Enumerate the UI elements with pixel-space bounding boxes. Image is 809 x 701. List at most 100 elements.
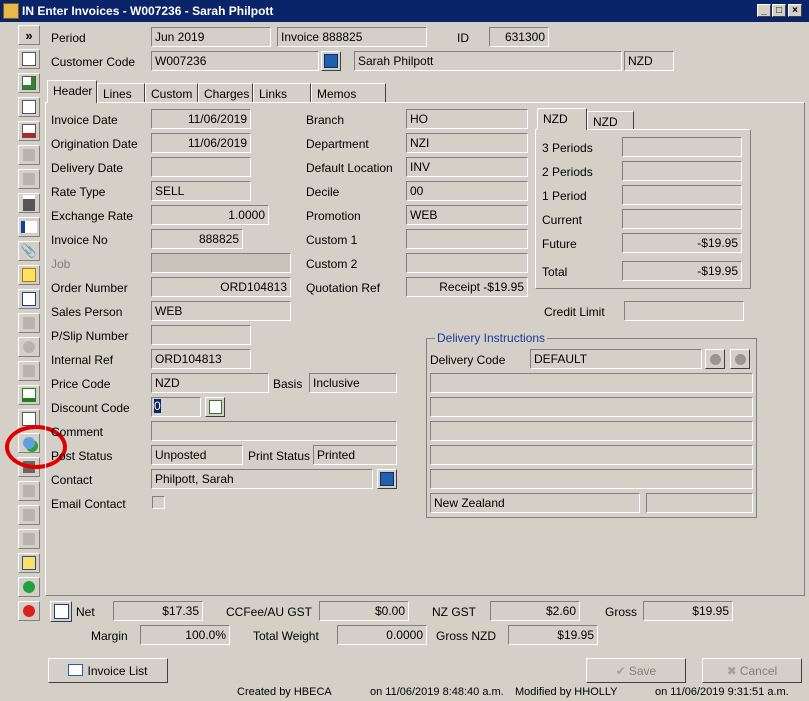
export-icon[interactable]	[18, 553, 40, 573]
contact-field[interactable]: Philpott, Sarah	[151, 469, 373, 489]
customer-lookup-button[interactable]	[321, 51, 341, 71]
delivery-line-2[interactable]	[430, 397, 753, 417]
discount-lookup-button[interactable]	[205, 397, 225, 417]
rate-type-field[interactable]: SELL	[151, 181, 251, 201]
custom2-field[interactable]	[406, 253, 528, 273]
custom1-field[interactable]	[406, 229, 528, 249]
decile-field[interactable]: 00	[406, 181, 528, 201]
delete-document-icon[interactable]	[18, 121, 40, 141]
window-title: IN Enter Invoices - W007236 - Sarah Phil…	[22, 4, 274, 18]
money-icon	[18, 313, 40, 333]
price-code-field[interactable]: NZD	[151, 373, 269, 393]
aging-tab-nzd-1[interactable]: NZD	[537, 108, 587, 130]
grid-icon	[68, 664, 84, 676]
print-status-field: Printed	[313, 445, 397, 465]
customer-currency-field: NZD	[624, 51, 674, 71]
aging-current-value	[622, 209, 742, 229]
left-toolbar: » 📎	[15, 22, 45, 622]
invoice-date-field[interactable]: 11/06/2019	[151, 109, 251, 129]
report-icon[interactable]	[18, 217, 40, 237]
basis-field[interactable]: Inclusive	[309, 373, 397, 393]
delivery-line-3[interactable]	[430, 421, 753, 441]
person-search-gray-icon	[734, 353, 746, 365]
copy-document-icon[interactable]	[18, 97, 40, 117]
email-contact-label: Email Contact	[51, 497, 126, 511]
delivery-line-1[interactable]	[430, 373, 753, 393]
default-location-field[interactable]: INV	[406, 157, 528, 177]
delivery-line-4[interactable]	[430, 445, 753, 465]
save-label: Save	[628, 664, 657, 678]
department-field[interactable]: NZI	[406, 133, 528, 153]
order-number-field[interactable]: ORD104813	[151, 277, 291, 297]
basis-label: Basis	[273, 377, 303, 391]
delivery-date-field[interactable]	[151, 157, 251, 177]
nz-gst-label: NZ GST	[432, 605, 476, 619]
go-arrow-icon[interactable]	[18, 577, 40, 597]
branch-field[interactable]: HO	[406, 109, 528, 129]
print-status-label: Print Status	[248, 449, 311, 463]
tab-charges[interactable]: Charges	[198, 83, 253, 102]
app-icon	[3, 3, 19, 19]
save-button[interactable]: ✔ Save	[586, 658, 686, 683]
discount-code-field[interactable]: 0	[151, 397, 201, 417]
new-document-icon[interactable]	[18, 73, 40, 93]
delivery-country-field[interactable]: New Zealand	[430, 493, 640, 513]
gross-label: Gross	[605, 605, 638, 619]
aging-3-periods-label: 3 Periods	[542, 141, 593, 155]
totals-ruler-button[interactable]	[50, 601, 72, 622]
delivery-line-5[interactable]	[430, 469, 753, 489]
invoice-no-field[interactable]: 888825	[151, 229, 243, 249]
aging-2-periods-label: 2 Periods	[542, 165, 593, 179]
tab-custom[interactable]: Custom	[145, 83, 198, 102]
tab-memos[interactable]: Memos	[311, 83, 386, 102]
maximize-button[interactable]: □	[772, 4, 786, 17]
promotion-label: Promotion	[306, 209, 361, 223]
origination-date-field[interactable]: 11/06/2019	[151, 133, 251, 153]
comment-field[interactable]	[151, 421, 397, 441]
period-field[interactable]: Jun 2019	[151, 27, 271, 47]
close-button[interactable]: ×	[788, 4, 802, 17]
gross-nzd-field: $19.95	[508, 625, 598, 645]
email-contact-checkbox[interactable]	[152, 496, 165, 509]
invoice-list-label: Invoice List	[87, 664, 148, 678]
expand-toolbar-button[interactable]: »	[18, 25, 40, 45]
credit-limit-field	[624, 301, 744, 321]
attachment-icon[interactable]: 📎	[18, 241, 40, 261]
sales-person-field[interactable]: WEB	[151, 301, 291, 321]
internal-ref-field[interactable]: ORD104813	[151, 349, 251, 369]
edit-icon[interactable]	[18, 49, 40, 69]
exchange-rate-label: Exchange Rate	[51, 209, 134, 223]
total-weight-field: 0.0000	[337, 625, 427, 645]
person-gray-icon	[709, 353, 721, 365]
invoice-list-button[interactable]: Invoice List	[48, 658, 168, 683]
document-gray-icon	[18, 169, 40, 189]
tab-links[interactable]: Links	[253, 83, 311, 102]
promotion-field[interactable]: WEB	[406, 205, 528, 225]
delivery-postcode-field[interactable]	[646, 493, 753, 513]
tab-lines[interactable]: Lines	[97, 83, 145, 102]
print-icon[interactable]	[18, 193, 40, 213]
lock-icon	[18, 361, 40, 381]
search-document-icon[interactable]	[18, 289, 40, 309]
aging-1-period-label: 1 Period	[542, 189, 587, 203]
note-icon[interactable]	[18, 265, 40, 285]
minimize-button[interactable]: _	[757, 4, 771, 17]
net-label: Net	[76, 605, 95, 619]
exchange-rate-field[interactable]: 1.0000	[151, 205, 269, 225]
created-by-text: Created by HBECA	[237, 686, 332, 698]
cancel-button[interactable]: ✖ Cancel	[702, 658, 802, 683]
pslip-number-field[interactable]	[151, 325, 251, 345]
quotation-ref-label: Quotation Ref	[306, 281, 381, 295]
margin-label: Margin	[91, 629, 128, 643]
delivery-code-field[interactable]: DEFAULT	[530, 349, 702, 369]
list-icon[interactable]	[18, 385, 40, 405]
tab-header[interactable]: Header	[47, 80, 97, 103]
aging-tab-nzd-2[interactable]: NZD	[587, 111, 634, 130]
net-field: $17.35	[113, 601, 203, 621]
job-label: Job	[51, 257, 71, 271]
customer-code-label: Customer Code	[51, 55, 136, 69]
exit-icon[interactable]	[18, 601, 40, 621]
customer-code-field[interactable]: W007236	[151, 51, 319, 71]
contact-lookup-button[interactable]	[377, 469, 397, 489]
title-bar: IN Enter Invoices - W007236 - Sarah Phil…	[0, 0, 809, 22]
